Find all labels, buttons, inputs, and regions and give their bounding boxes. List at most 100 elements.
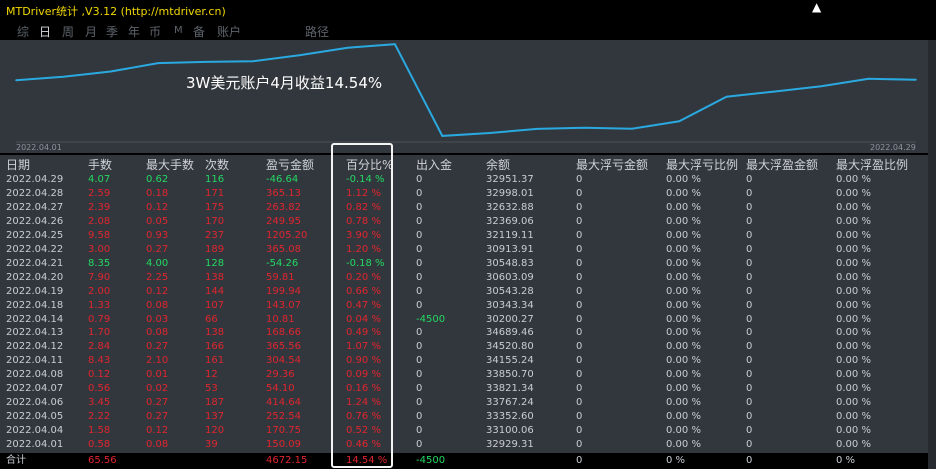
row-date: 2022.04.27 [6, 201, 64, 213]
tab-account[interactable]: 账户 [217, 23, 241, 40]
row-count: 175 [205, 201, 225, 213]
header-max-float-loss-pct[interactable]: 最大浮亏比例 [666, 157, 738, 174]
row-count: 12 [205, 369, 218, 381]
balance-point [15, 79, 17, 81]
row-pnl: -54.26 [266, 257, 299, 269]
table-row[interactable]: 2022.04.22 3.00 0.27 189 365.08 1.20 % 0 30913.… [0, 243, 936, 257]
table-row[interactable]: 2022.04.12 2.84 0.27 166 365.56 1.07 % 0 34520.… [0, 340, 936, 354]
row-max-float-loss: 0 [576, 341, 583, 353]
header-deposit[interactable]: 出入金 [416, 157, 452, 174]
row-percent: 0.52 % [346, 425, 381, 437]
table-row[interactable]: 2022.04.06 3.45 0.27 187 414.64 1.24 % 0 33767.… [0, 396, 936, 410]
row-percent: 3.90 % [346, 229, 381, 241]
header-max-lots[interactable]: 最大手数 [146, 157, 194, 174]
row-date: 2022.04.14 [6, 313, 64, 325]
header-pnl[interactable]: 盈亏金额 [266, 157, 314, 174]
row-max-float-profit: 0 [746, 299, 753, 311]
row-max-lots: 0.01 [146, 369, 169, 381]
balance-point [346, 46, 349, 49]
row-count: 138 [205, 271, 225, 283]
table-row[interactable]: 2022.04.27 2.39 0.12 175 263.82 0.82 % 0 32632.… [0, 201, 936, 215]
row-balance: 33100.06 [486, 425, 534, 437]
tab-month[interactable]: 月 [85, 23, 97, 40]
row-balance: 33767.24 [486, 397, 534, 409]
table-row[interactable]: 2022.04.04 1.58 0.12 120 170.75 0.52 % 0 33100.… [0, 424, 936, 438]
row-max-float-loss-pct: 0.00 % [666, 201, 701, 213]
table-row[interactable]: 2022.04.13 1.70 0.08 138 168.66 0.49 % 0 34689.… [0, 326, 936, 340]
table-row[interactable]: 2022.04.05 2.22 0.27 137 252.54 0.76 % 0 33352.… [0, 410, 936, 424]
row-date: 2022.04.28 [6, 187, 64, 199]
row-balance: 34155.24 [486, 355, 534, 367]
header-lots[interactable]: 手数 [88, 157, 112, 174]
vertical-scrollbar[interactable] [928, 40, 936, 469]
table-row[interactable]: 2022.04.11 8.43 2.10 161 304.54 0.90 % 0 34155.… [0, 354, 936, 368]
table-row[interactable]: 2022.04.25 9.58 0.93 237 1205.20 3.90 % 0 32119… [0, 229, 936, 243]
tab-m[interactable]: M [174, 25, 183, 36]
row-max-lots: 2.10 [146, 355, 169, 367]
tab-day[interactable]: 日 [39, 23, 51, 40]
row-max-float-profit: 0 [746, 229, 753, 241]
row-max-float-profit-pct: 0.00 % [836, 425, 871, 437]
header-count[interactable]: 次数 [205, 157, 229, 174]
table-row[interactable]: 2022.04.01 0.58 0.08 39 150.09 0.46 % 0 32929.3… [0, 438, 936, 452]
row-max-float-profit: 0 [746, 285, 753, 297]
row-max-lots: 0.12 [146, 285, 169, 297]
row-max-float-loss: 0 [576, 174, 583, 185]
footer-deposit: -4500 [416, 455, 446, 466]
table-row[interactable]: 2022.04.28 2.59 0.18 171 365.13 1.12 % 0 32998.… [0, 187, 936, 201]
header-max-float-loss[interactable]: 最大浮亏金额 [576, 157, 648, 174]
table-row[interactable]: 2022.04.29 4.07 0.62 116 -46.64 -0.14 % 0 32951… [0, 173, 936, 187]
header-percent[interactable]: 百分比% [346, 157, 393, 174]
row-max-float-loss: 0 [576, 397, 583, 409]
table-row[interactable]: 2022.04.14 0.79 0.03 66 10.81 0.04 % -4500 3020… [0, 313, 936, 327]
table-row[interactable]: 2022.04.18 1.33 0.08 107 143.07 0.47 % 0 30343.… [0, 299, 936, 313]
balance-point [157, 62, 159, 64]
row-count: 170 [205, 215, 225, 227]
row-max-float-profit-pct: 0.00 % [836, 257, 871, 269]
header-max-float-profit[interactable]: 最大浮盈金额 [746, 157, 818, 174]
tab-path[interactable]: 路径 [305, 23, 329, 40]
header-max-float-profit-pct[interactable]: 最大浮盈比例 [836, 157, 908, 174]
row-deposit: 0 [416, 439, 423, 451]
tab-summary[interactable]: 综 [17, 23, 29, 40]
row-balance: 30543.28 [486, 285, 534, 297]
row-lots: 2.84 [88, 341, 111, 353]
row-pnl: 10.81 [266, 313, 295, 325]
row-deposit: 0 [416, 411, 423, 423]
row-deposit: 0 [416, 383, 423, 395]
table-row[interactable]: 2022.04.07 0.56 0.02 53 54.10 0.16 % 0 33821.34… [0, 382, 936, 396]
row-max-float-profit: 0 [746, 355, 753, 367]
row-lots: 1.70 [88, 327, 111, 339]
row-max-float-loss-pct: 0.00 % [666, 341, 701, 353]
row-max-float-loss-pct: 0.00 % [666, 383, 701, 395]
row-max-float-loss-pct: 0.00 % [666, 299, 701, 311]
row-percent: -0.14 % [346, 174, 385, 185]
table-row[interactable]: 2022.04.26 2.08 0.05 170 249.95 0.78 % 0 32369.… [0, 215, 936, 229]
tab-currency[interactable]: 币 [149, 23, 161, 40]
row-max-lots: 4.00 [146, 257, 169, 269]
table-row[interactable]: 2022.04.19 2.00 0.12 144 199.94 0.66 % 0 30543.… [0, 285, 936, 299]
row-max-float-loss-pct: 0.00 % [666, 271, 701, 283]
header-balance[interactable]: 余额 [486, 157, 510, 174]
header-date[interactable]: 日期 [6, 157, 30, 174]
row-pnl: 365.08 [266, 243, 301, 255]
row-max-float-loss-pct: 0.00 % [666, 229, 701, 241]
balance-chart: 3W美元账户4月收益14.54% 2022.04.01 2022.04.29 [0, 40, 936, 153]
row-percent: 1.24 % [346, 397, 381, 409]
tab-year[interactable]: 年 [128, 23, 140, 40]
tab-week[interactable]: 周 [62, 23, 74, 40]
row-max-float-loss: 0 [576, 229, 583, 241]
row-count: 189 [205, 243, 225, 255]
row-max-float-profit: 0 [746, 201, 753, 213]
row-max-lots: 0.27 [146, 411, 169, 423]
row-percent: 0.46 % [346, 439, 381, 451]
row-pnl: 365.13 [266, 187, 301, 199]
table-row[interactable]: 2022.04.21 8.35 4.00 128 -54.26 -0.18 % 0 30548… [0, 257, 936, 271]
tab-notes[interactable]: 备 [193, 23, 205, 40]
row-max-float-loss-pct: 0.00 % [666, 313, 701, 325]
row-count: 144 [205, 285, 225, 297]
table-row[interactable]: 2022.04.08 0.12 0.01 12 29.36 0.09 % 0 33850.70… [0, 368, 936, 382]
table-row[interactable]: 2022.04.20 7.90 2.25 138 59.81 0.20 % 0 30603.0… [0, 271, 936, 285]
tab-quarter[interactable]: 季 [106, 23, 118, 40]
row-percent: 0.90 % [346, 355, 381, 367]
